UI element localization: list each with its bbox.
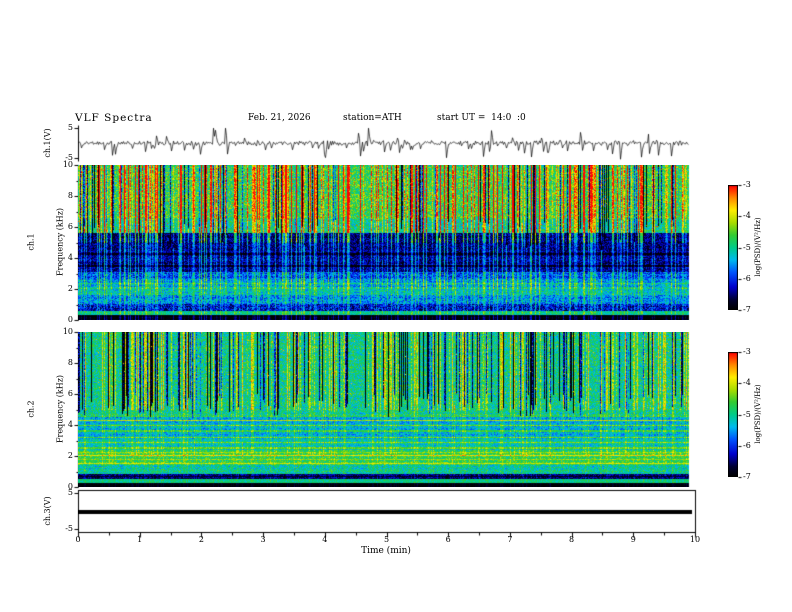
colorbar-ch2-label: log(PSD)/(V²/Hz) xyxy=(753,384,762,444)
vlf-spectra-figure: VLF Spectra Feb. 21, 2026 station=ATH st… xyxy=(0,0,792,612)
ch1-spec-frequency-label: Frequency (kHz) xyxy=(55,207,65,277)
colorbar-ch1-tick-label: -5 xyxy=(743,242,751,252)
ch2-spec-channel-label: ch.2 xyxy=(26,400,36,418)
ch1-spec-channel-label: ch.1 xyxy=(26,233,36,251)
colorbar-ch1-tick-label: -6 xyxy=(743,273,751,283)
colorbar-ch2-tick-label: -6 xyxy=(743,440,751,450)
ch2-spec-y-tick-label: 10 xyxy=(62,327,73,336)
colorbar-ch2-tick-label: -5 xyxy=(743,409,751,419)
x-tick-label: 0 xyxy=(75,535,81,544)
time-axis-label: Time (min) xyxy=(361,546,411,556)
x-tick-label: 2 xyxy=(198,535,204,544)
x-tick-label: 1 xyxy=(137,535,143,544)
colorbar-ch1 xyxy=(728,185,738,310)
ch3-waveform-plot xyxy=(78,490,695,532)
ch1-spec-y-tick-label: 4 xyxy=(67,253,73,262)
x-tick-label: 5 xyxy=(383,535,390,544)
ch1-wave-y-tick-label: -5 xyxy=(65,153,73,162)
ch2-spectrogram-plot xyxy=(78,332,695,487)
x-tick-label: 3 xyxy=(260,535,266,544)
ch1-waveform-plot xyxy=(78,125,695,161)
ch2-spec-y-tick-label: 2 xyxy=(67,451,73,460)
colorbar-ch2-tick-label: -7 xyxy=(743,472,751,481)
ch2-spec-y-tick-label: 6 xyxy=(67,389,73,398)
colorbar-ch2 xyxy=(728,352,738,477)
x-tick-label: 10 xyxy=(689,535,701,544)
ch1-frequency-axis-label: ch.1 Frequency (kHz) xyxy=(8,208,85,276)
ch3-wave-y-tick-label: -5 xyxy=(65,524,73,533)
ch3-voltage-axis-label: ch.3(V) xyxy=(43,496,53,526)
ch1-spec-y-tick-label: 8 xyxy=(67,191,73,200)
ch2-spec-frequency-label: Frequency (kHz) xyxy=(55,374,65,444)
x-tick-label: 8 xyxy=(569,535,575,544)
ch1-spec-y-tick-label: 0 xyxy=(67,315,73,324)
ch2-spec-y-tick-label: 4 xyxy=(67,420,73,429)
ch2-spec-y-tick-label: 8 xyxy=(67,358,73,367)
colorbar-ch1-tick-label: -4 xyxy=(743,211,751,221)
ch1-voltage-axis-label: ch.1(V) xyxy=(43,128,53,158)
colorbar-ch1-tick-label: -3 xyxy=(743,180,751,189)
x-tick-label: 4 xyxy=(322,535,328,544)
ch3-wave-y-tick-label: 5 xyxy=(67,488,73,497)
colorbar-ch1-tick-label: -7 xyxy=(743,305,751,314)
x-tick-label: 6 xyxy=(445,535,451,544)
ch1-spec-y-tick-label: 6 xyxy=(67,222,73,231)
ch1-spec-y-tick-label: 10 xyxy=(62,160,73,169)
ch1-spec-y-tick-label: 2 xyxy=(67,284,73,293)
colorbar-ch1-label: log(PSD)/(V²/Hz) xyxy=(753,217,762,277)
colorbar-ch2-tick-label: -4 xyxy=(743,378,751,388)
colorbar-ch2-tick-label: -3 xyxy=(743,347,751,356)
ch1-spectrogram-plot xyxy=(78,165,695,320)
x-tick-label: 7 xyxy=(507,535,513,544)
x-tick-label: 9 xyxy=(630,535,636,544)
ch1-wave-y-tick-label: 5 xyxy=(67,123,73,132)
ch2-frequency-axis-label: ch.2 Frequency (kHz) xyxy=(8,375,85,443)
